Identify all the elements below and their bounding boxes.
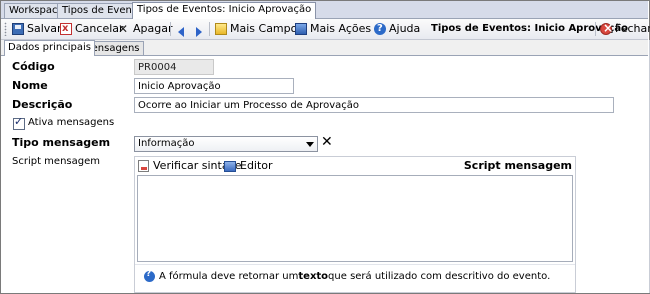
editor-button[interactable]: Editor (224, 159, 273, 173)
cancel-icon (60, 21, 72, 37)
info-icon (144, 269, 155, 282)
verify-syntax-icon (138, 160, 149, 172)
descricao-label: Descrição (12, 98, 73, 111)
toolbar: Salvar Cancelar Apagar Mais Campos Mais … (1, 19, 650, 40)
chevron-down-icon (306, 142, 314, 147)
more-fields-label: Mais Campos (230, 22, 304, 35)
script-editor-panel: Verificar sintaxe Editor Script mensagem… (134, 156, 576, 293)
close-button[interactable]: Fechar (600, 20, 650, 37)
codigo-label: Código (12, 60, 55, 73)
script-editor-toolbar: Verificar sintaxe Editor Script mensagem (135, 157, 575, 174)
nome-label: Nome (12, 79, 48, 92)
cancel-label: Cancelar (75, 22, 124, 35)
save-label: Salvar (27, 22, 62, 35)
form-body: Código PR0004 Nome Inicio Aprovação Desc… (1, 56, 648, 293)
arrow-right-icon (196, 27, 202, 37)
hint-text-bold: texto (298, 271, 329, 282)
toolbar-grip[interactable] (4, 22, 7, 36)
tipo-mensagem-select[interactable]: Informação (134, 136, 318, 152)
delete-icon (118, 21, 130, 37)
save-icon (12, 23, 24, 35)
script-editor-title: Script mensagem (463, 159, 572, 172)
more-actions-button[interactable]: Mais Ações (295, 21, 382, 37)
descricao-field[interactable]: Ocorre ao Iniciar um Processo de Aprovaç… (134, 97, 614, 113)
close-label: Fechar (615, 22, 650, 35)
nome-field[interactable]: Inicio Aprovação (134, 78, 294, 94)
cancel-button[interactable]: Cancelar (60, 21, 124, 37)
script-textarea[interactable] (137, 175, 573, 262)
tab-tipos-de-eventos-inicio-aprovacao[interactable]: Tipos de Eventos: Inicio Aprovação (132, 2, 317, 19)
toolbar-separator (170, 22, 171, 36)
tipo-mensagem-value: Informação (138, 138, 195, 149)
save-button[interactable]: Salvar (12, 21, 62, 37)
form-tab-strip: Dados principais Mensagens (1, 40, 648, 56)
toolbar-separator (595, 22, 596, 36)
toolbar-separator (209, 22, 210, 36)
previous-button[interactable] (178, 24, 184, 40)
document-tab-strip: Workspace Tipos de Eventos Tipos de Even… (1, 1, 648, 19)
arrow-left-icon (178, 27, 184, 37)
hint-text-pre: A fórmula deve retornar um (159, 271, 299, 282)
ativa-mensagens-label: Ativa mensagens (28, 117, 115, 128)
more-fields-button[interactable]: Mais Campos (215, 21, 303, 37)
divider (135, 264, 575, 265)
tab-dados-principais[interactable]: Dados principais (4, 40, 95, 56)
more-actions-label: Mais Ações (310, 22, 372, 35)
tipo-mensagem-label: Tipo mensagem (12, 136, 111, 149)
help-button[interactable]: Ajuda (374, 21, 420, 37)
ativa-mensagens-checkbox[interactable] (13, 115, 25, 130)
formula-hint: A fórmula deve retornar um texto que ser… (144, 269, 551, 282)
more-fields-icon (215, 23, 227, 35)
close-icon (600, 20, 613, 36)
record-title: Tipos de Eventos: Inicio Aprovação (431, 23, 628, 34)
next-button[interactable] (196, 24, 202, 40)
help-icon (374, 21, 386, 37)
script-mensagem-label: Script mensagem (12, 156, 100, 167)
help-label: Ajuda (389, 22, 421, 35)
codigo-field: PR0004 (134, 59, 214, 75)
more-actions-icon (295, 23, 307, 35)
editor-label: Editor (240, 159, 273, 172)
hint-text-post: que será utilizado com descritivo do eve… (328, 271, 551, 282)
clear-icon[interactable]: ✕ (321, 134, 333, 150)
delete-button[interactable]: Apagar (118, 21, 173, 37)
delete-label: Apagar (133, 22, 173, 35)
editor-icon (224, 160, 236, 172)
